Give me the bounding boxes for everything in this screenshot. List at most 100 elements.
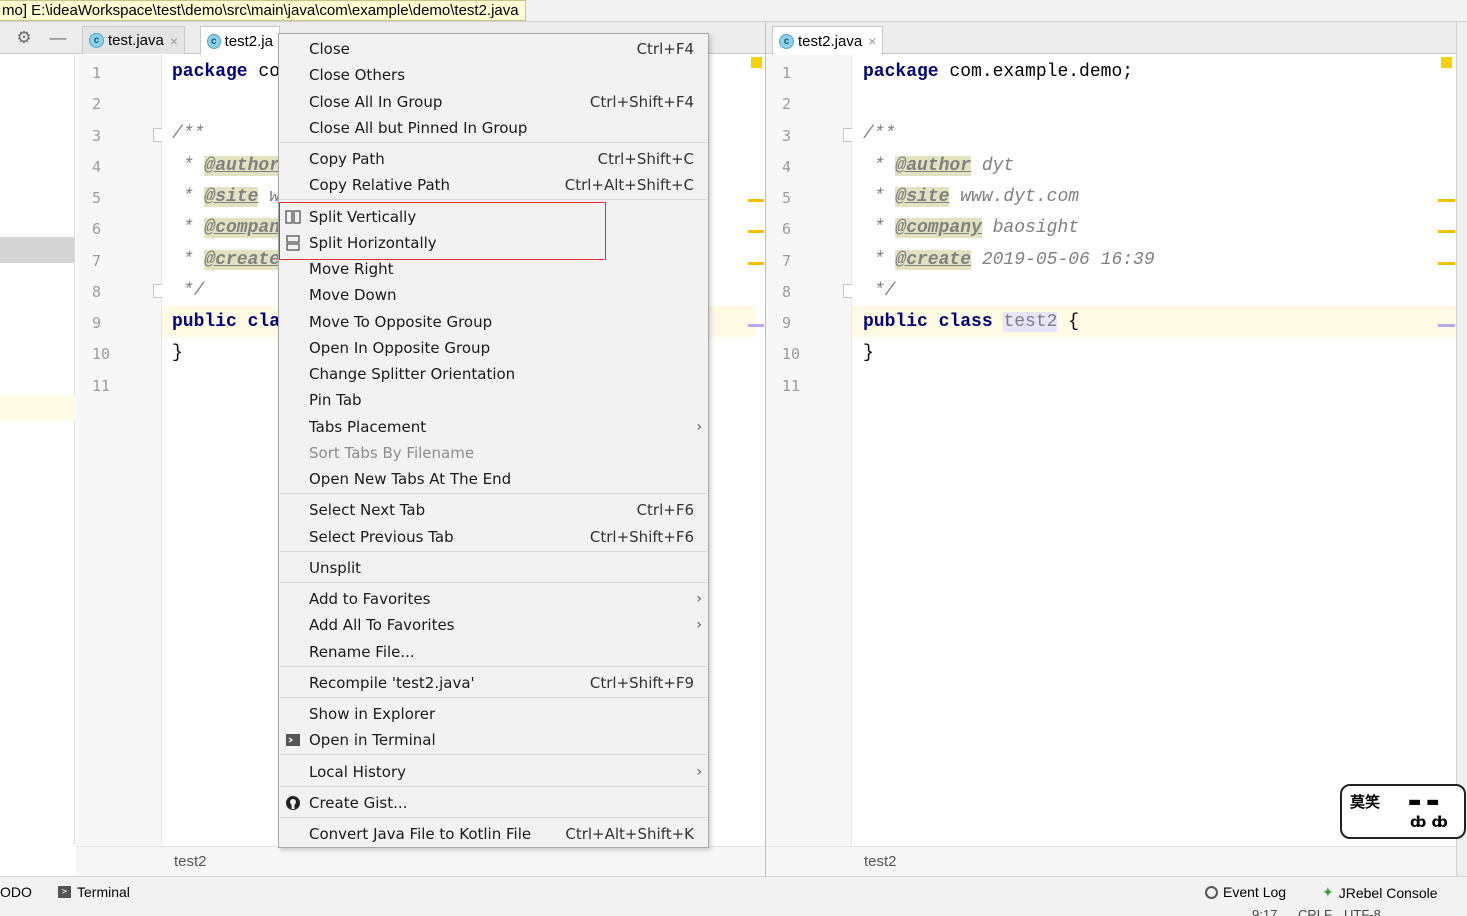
scroll-marker[interactable] — [748, 324, 764, 327]
menu-item-close-all-but-pinned[interactable]: Close All but Pinned In Group — [279, 115, 708, 141]
code-line-5: * @site w — [172, 187, 281, 207]
menu-item-select-next-tab[interactable]: Select Next Tab Ctrl+F6 — [279, 497, 708, 523]
line-number: 11 — [782, 377, 801, 395]
todo-tool-button[interactable]: ODO — [0, 884, 32, 900]
tab-test2-java[interactable]: c test2.ja — [200, 26, 280, 55]
breadcrumb[interactable]: test2 — [766, 846, 1456, 876]
submenu-arrow-icon: › — [696, 419, 702, 435]
menu-separator — [280, 199, 707, 200]
settings-gear-icon[interactable]: ⚙ — [14, 28, 34, 48]
scroll-marker[interactable] — [748, 230, 764, 233]
menu-item-rename-file[interactable]: Rename File... — [279, 639, 708, 665]
scroll-marker[interactable] — [1438, 324, 1455, 327]
sticker-text: 莫笑 — [1350, 793, 1381, 811]
menu-item-add-all-to-favorites[interactable]: Add All To Favorites › — [279, 612, 708, 638]
warning-marker-icon[interactable] — [751, 57, 762, 68]
menu-separator — [280, 754, 707, 755]
menu-item-move-to-opposite-group[interactable]: Move To Opposite Group — [279, 309, 708, 335]
face-icon: ȸ ȸ — [1410, 813, 1448, 831]
sticker-image: 莫笑 ▬ ▬ ȸ ȸ — [1340, 784, 1466, 839]
line-number: 10 — [92, 345, 111, 363]
line-number: 1 — [92, 64, 102, 82]
menu-item-select-previous-tab[interactable]: Select Previous Tab Ctrl+Shift+F6 — [279, 524, 708, 550]
tab-close-icon[interactable]: × — [170, 33, 178, 49]
line-number: 3 — [782, 127, 792, 145]
menu-item-create-gist[interactable]: Create Gist... — [279, 790, 708, 816]
menu-item-open-new-tabs-at-end[interactable]: Open New Tabs At The End — [279, 466, 708, 492]
right-code-editor[interactable]: package com.example.demo; /** * @author … — [852, 55, 1456, 845]
line-number: 5 — [782, 189, 792, 207]
scroll-marker[interactable] — [1438, 230, 1455, 233]
menu-separator — [280, 551, 707, 552]
minimize-icon[interactable]: — — [48, 28, 68, 48]
menu-item-add-to-favorites[interactable]: Add to Favorites › — [279, 586, 708, 612]
line-number: 3 — [92, 127, 102, 145]
selected-project-row[interactable] — [0, 237, 75, 263]
menu-item-pin-tab[interactable]: Pin Tab — [279, 387, 708, 413]
terminal-tool-button[interactable]: > Terminal — [58, 884, 130, 900]
code-line-3: /** — [863, 124, 896, 144]
java-class-icon: c — [207, 33, 221, 49]
highlighted-project-row[interactable] — [0, 395, 75, 421]
line-number: 5 — [92, 189, 102, 207]
title-bar: mo] E:\ideaWorkspace\test\demo\src\main\… — [0, 0, 1467, 22]
menu-item-close-others[interactable]: Close Others — [279, 62, 708, 88]
menu-separator — [280, 666, 707, 667]
file-path-tooltip: mo] E:\ideaWorkspace\test\demo\src\main\… — [0, 0, 526, 21]
code-line-1: package co — [172, 62, 281, 82]
menu-item-move-right[interactable]: Move Right — [279, 256, 708, 282]
tab-label: test2.java — [798, 32, 863, 50]
code-line-4: * @author dyt — [863, 156, 1015, 176]
line-separator[interactable]: CRLF — [1298, 907, 1332, 916]
editor-tab-context-menu: Close Ctrl+F4 Close Others Close All In G… — [278, 33, 709, 848]
right-editor-tab-row: c test2.java × — [766, 22, 1456, 55]
menu-separator — [280, 786, 707, 787]
menu-item-convert-to-kotlin[interactable]: Convert Java File to Kotlin File Ctrl+Alt… — [279, 821, 708, 847]
menu-item-local-history[interactable]: Local History › — [279, 759, 708, 785]
menu-item-show-in-explorer[interactable]: Show in Explorer — [279, 701, 708, 727]
line-number: 7 — [92, 252, 102, 270]
menu-separator — [280, 142, 707, 143]
event-log-button[interactable]: Event Log — [1205, 884, 1286, 900]
code-line-5: * @site www.dyt.com — [863, 187, 1080, 207]
menu-item-close-all-in-group[interactable]: Close All In Group Ctrl+Shift+F4 — [279, 89, 708, 115]
warning-marker-icon[interactable] — [1441, 57, 1452, 68]
code-line-8: */ — [863, 281, 896, 301]
line-number: 8 — [782, 283, 792, 301]
line-number: 9 — [782, 314, 792, 332]
tab-close-icon[interactable]: × — [868, 33, 876, 49]
scroll-marker[interactable] — [748, 262, 764, 265]
menu-item-open-in-terminal[interactable]: Open in Terminal — [279, 727, 708, 753]
caret-position[interactable]: 9:17 — [1252, 907, 1277, 916]
menu-item-open-in-opposite-group[interactable]: Open In Opposite Group — [279, 335, 708, 361]
tab-label: test.java — [108, 32, 164, 49]
menu-item-move-down[interactable]: Move Down — [279, 282, 708, 308]
tab-test2-java-right[interactable]: c test2.java × — [772, 26, 884, 55]
menu-item-tabs-placement[interactable]: Tabs Placement › — [279, 414, 708, 440]
submenu-arrow-icon: › — [696, 617, 702, 633]
code-line-6: * @company baosight — [863, 218, 1080, 238]
tab-test-java[interactable]: c test.java × — [82, 26, 186, 54]
menu-item-copy-path[interactable]: Copy Path Ctrl+Shift+C — [279, 146, 708, 172]
terminal-icon — [286, 734, 300, 746]
menu-item-recompile[interactable]: Recompile 'test2.java' Ctrl+Shift+F9 — [279, 670, 708, 696]
line-number: 2 — [782, 95, 792, 113]
code-line-9: public class test2 { — [863, 312, 1080, 332]
scroll-marker[interactable] — [1438, 199, 1455, 202]
breadcrumb[interactable]: test2 — [76, 846, 765, 876]
line-number: 1 — [782, 64, 792, 82]
java-class-icon: c — [779, 33, 794, 49]
menu-item-copy-relative-path[interactable]: Copy Relative Path Ctrl+Alt+Shift+C — [279, 172, 708, 198]
line-number: 4 — [782, 158, 792, 176]
code-line-1: package com.example.demo; — [863, 62, 1134, 82]
menu-separator — [280, 697, 707, 698]
menu-item-change-splitter-orientation[interactable]: Change Splitter Orientation — [279, 361, 708, 387]
line-number: 4 — [92, 158, 102, 176]
menu-item-close[interactable]: Close Ctrl+F4 — [279, 36, 708, 62]
scroll-marker[interactable] — [748, 199, 764, 202]
scroll-marker[interactable] — [1438, 262, 1455, 265]
menu-item-unsplit[interactable]: Unsplit — [279, 555, 708, 581]
file-encoding[interactable]: UTF-8 — [1344, 907, 1381, 916]
right-tool-window-strip[interactable] — [1456, 22, 1467, 876]
jrebel-console-button[interactable]: ✦ JRebel Console — [1322, 884, 1438, 901]
